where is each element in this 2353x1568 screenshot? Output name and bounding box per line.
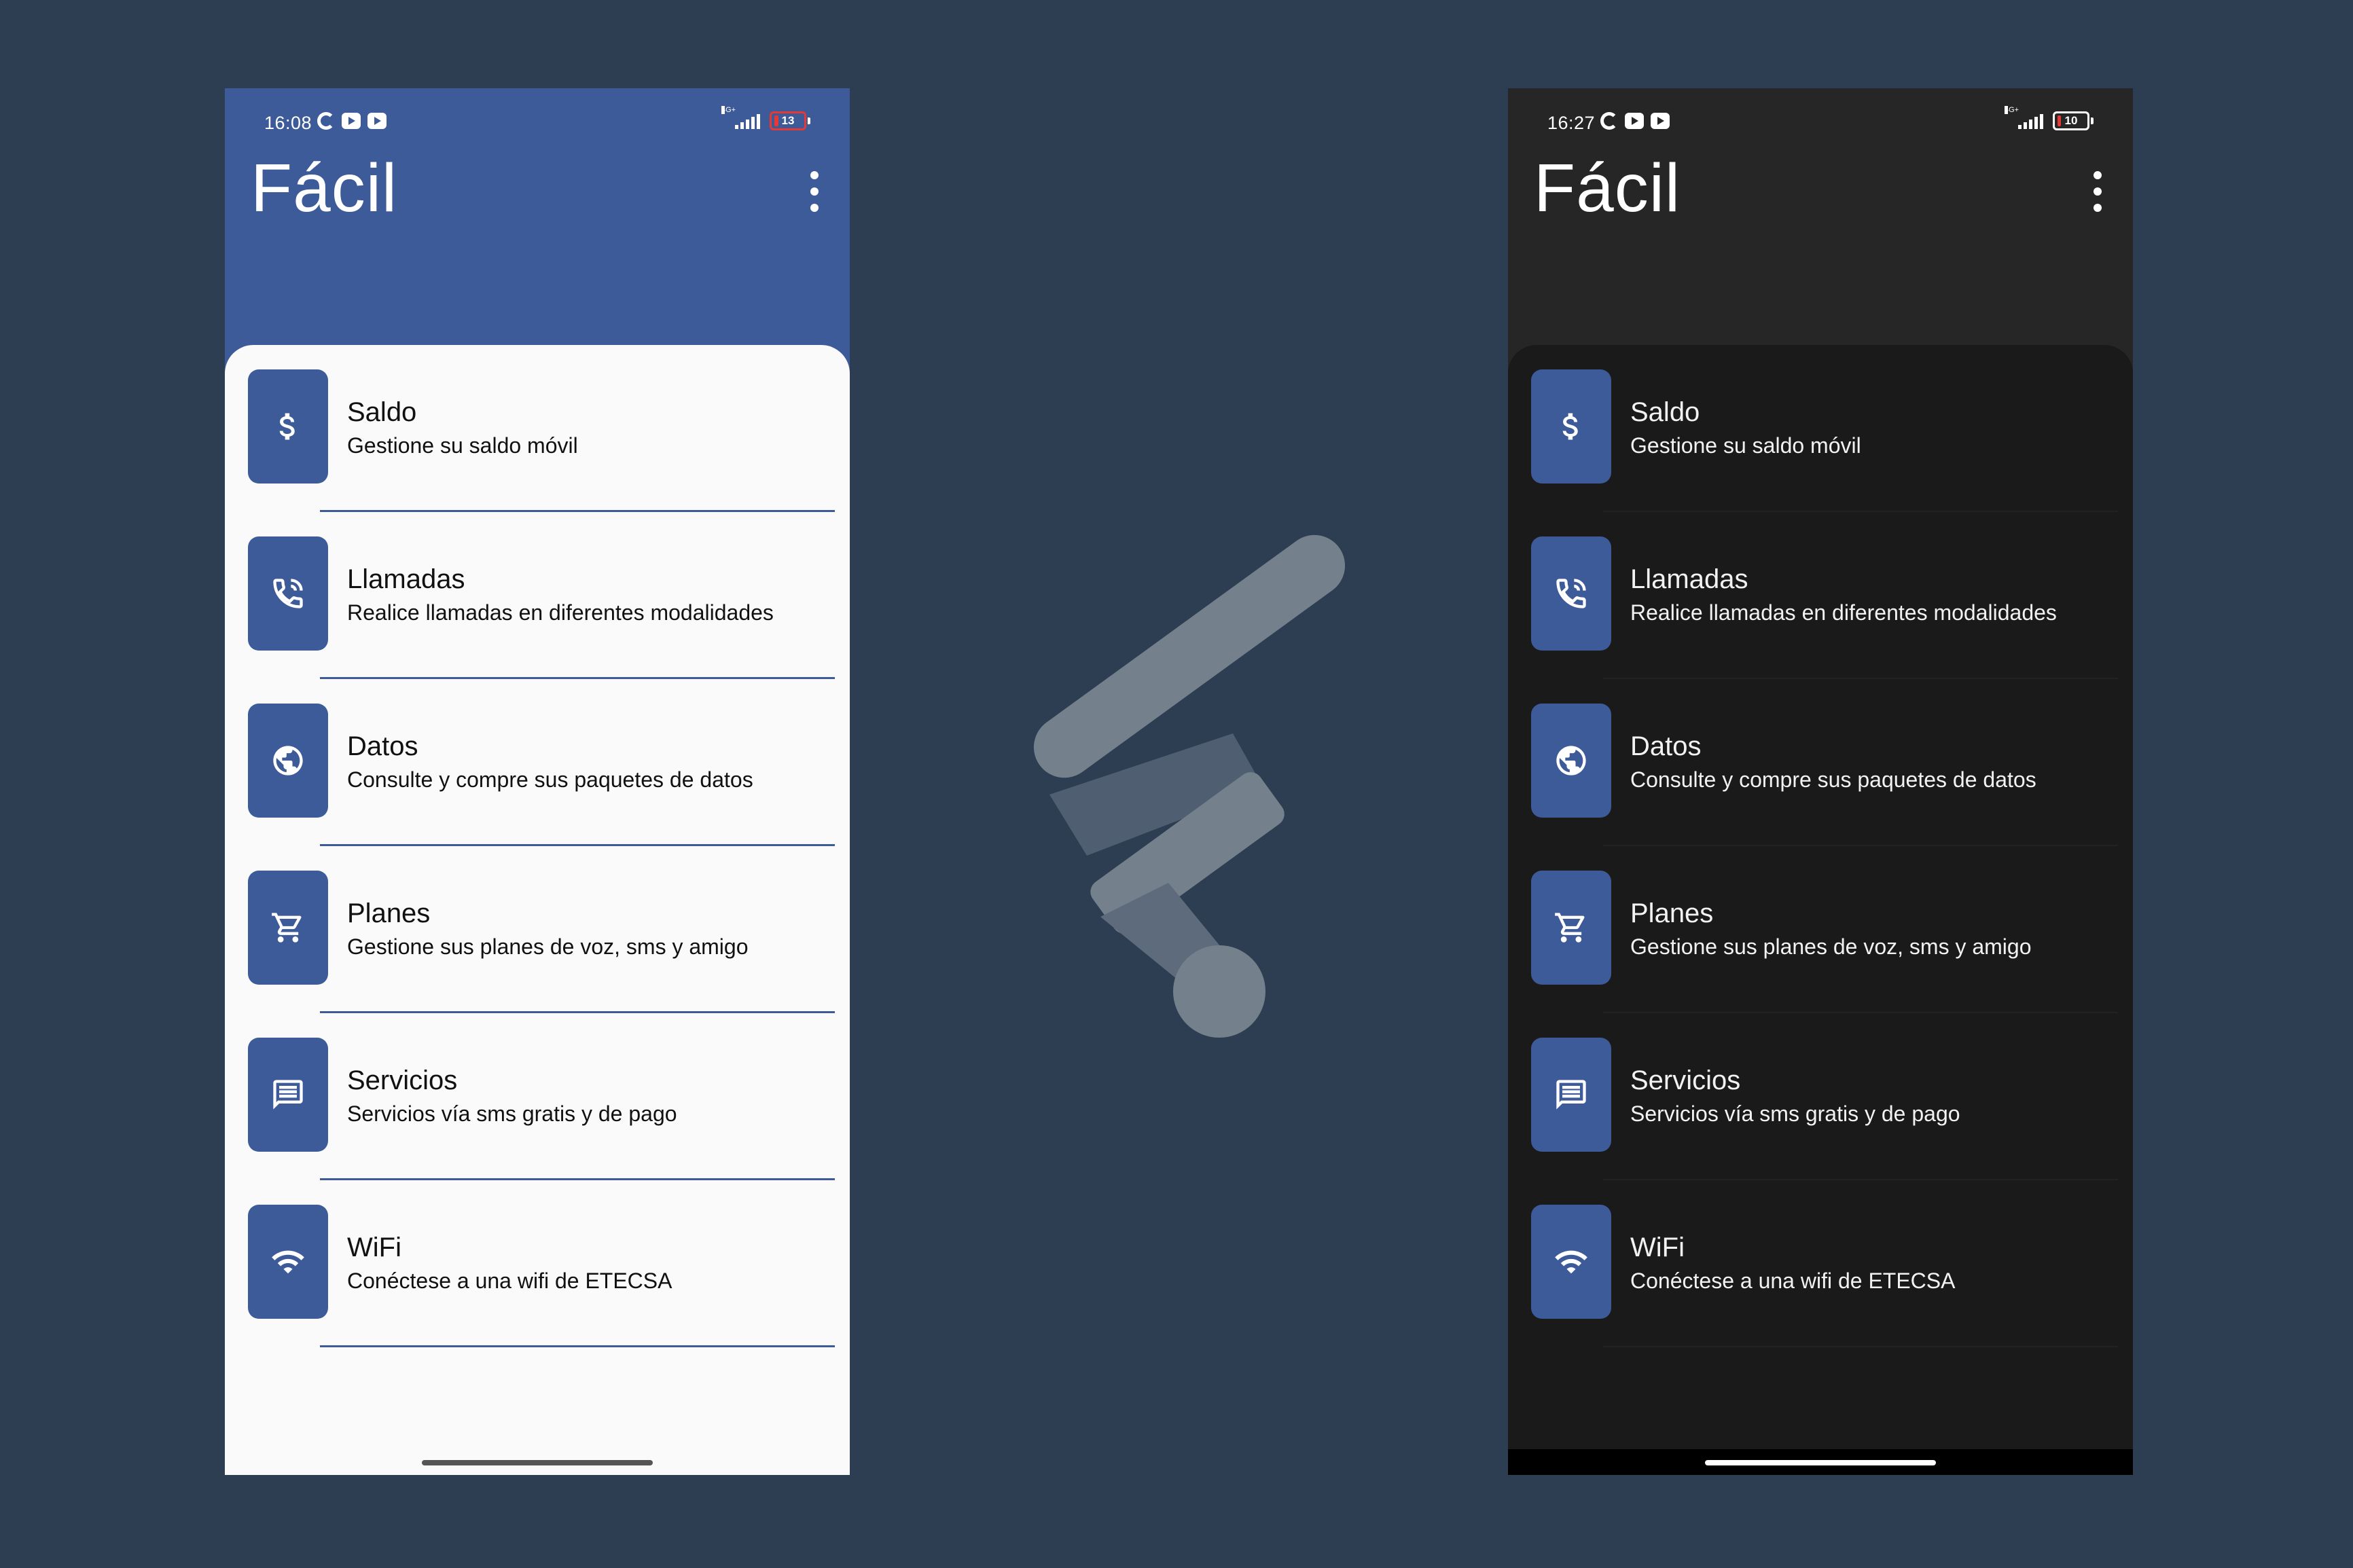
menu-item-subtitle: Gestione su saldo móvil (347, 433, 578, 458)
dollar-icon (248, 369, 328, 484)
network-type: 4G+ (2005, 106, 2019, 114)
sync-icon (1600, 112, 1618, 130)
battery-level: 10 (2064, 114, 2078, 127)
navigation-bar (1508, 1449, 2133, 1475)
menu-item-title: WiFi (347, 1233, 401, 1262)
menu-item-llamadas[interactable]: Llamadas Realice llamadas en diferentes m… (1508, 512, 2133, 679)
status-system-icons: 4G+ 13 (721, 106, 810, 130)
youtube-icon (1651, 113, 1670, 129)
menu-sheet: Saldo Gestione su saldo móvil Llamadas Real… (1508, 345, 2133, 1475)
menu-item-title: Llamadas (1630, 564, 1748, 594)
home-indicator[interactable] (1705, 1460, 1936, 1465)
menu-item-datos[interactable]: Datos Consulte y compre sus paquetes de d… (225, 679, 850, 846)
menu-item-title: Servicios (347, 1065, 458, 1095)
home-indicator[interactable] (422, 1460, 653, 1465)
menu-item-subtitle: Realice llamadas en diferentes modalidad… (347, 600, 774, 625)
battery-level: 13 (781, 114, 795, 127)
cart-icon (1531, 871, 1611, 985)
menu-item-title: Servicios (1630, 1065, 1741, 1095)
message-icon (1531, 1038, 1611, 1152)
signal-icon: 4G+ (721, 106, 760, 129)
menu-item-saldo[interactable]: Saldo Gestione su saldo móvil (1508, 345, 2133, 512)
status-notification-icons (1600, 112, 1670, 130)
menu-item-servicios[interactable]: Servicios Servicios vía sms gratis y de p… (225, 1013, 850, 1180)
status-time: 16:27 (1547, 113, 1596, 133)
menu-item-title: Planes (347, 898, 431, 928)
menu-item-planes[interactable]: Planes Gestione sus planes de voz, sms y … (225, 846, 850, 1013)
menu-item-title: WiFi (1630, 1233, 1685, 1262)
menu-item-title: Llamadas (347, 564, 465, 594)
phone-call-icon (1531, 536, 1611, 651)
wifi-icon (1531, 1205, 1611, 1319)
cart-icon (248, 871, 328, 985)
menu-item-title: Planes (1630, 898, 1714, 928)
message-icon (248, 1038, 328, 1152)
network-type: 4G+ (721, 106, 736, 114)
wifi-icon (248, 1205, 328, 1319)
menu-item-title: Datos (1630, 731, 1702, 761)
status-bar: 16:08 4G+ 13 (225, 88, 850, 159)
menu-item-wifi[interactable]: WiFi Conéctese a una wifi de ETECSA (1508, 1180, 2133, 1347)
app-title: Fácil (1534, 150, 1681, 226)
menu-item-subtitle: Realice llamadas en diferentes modalidad… (1630, 600, 2057, 625)
status-notification-icons (317, 112, 387, 130)
status-time: 16:08 (264, 113, 312, 133)
globe-icon (248, 704, 328, 818)
menu-item-saldo[interactable]: Saldo Gestione su saldo móvil (225, 345, 850, 512)
youtube-icon (1625, 113, 1644, 129)
signal-icon: 4G+ (2005, 106, 2043, 129)
menu-item-datos[interactable]: Datos Consulte y compre sus paquetes de d… (1508, 679, 2133, 846)
dollar-icon (1531, 369, 1611, 484)
phone-dark: 16:27 4G+ 10 Fácil Saldo Gestione su sald… (1508, 88, 2133, 1475)
menu-sheet: Saldo Gestione su saldo móvil Llamadas Real… (225, 345, 850, 1475)
menu-item-subtitle: Gestione sus planes de voz, sms y amigo (347, 934, 749, 959)
globe-icon (1531, 704, 1611, 818)
facil-logo-icon (1033, 534, 1346, 1038)
status-system-icons: 4G+ 10 (2005, 106, 2094, 130)
youtube-icon (367, 113, 387, 129)
status-bar: 16:27 4G+ 10 (1508, 88, 2133, 159)
menu-item-subtitle: Conéctese a una wifi de ETECSA (1630, 1269, 1956, 1293)
menu-item-subtitle: Servicios vía sms gratis y de pago (347, 1101, 677, 1126)
battery-icon: 13 (770, 111, 810, 130)
youtube-icon (342, 113, 361, 129)
menu-item-servicios[interactable]: Servicios Servicios vía sms gratis y de p… (1508, 1013, 2133, 1180)
menu-item-subtitle: Consulte y compre sus paquetes de datos (347, 767, 753, 792)
menu-item-title: Saldo (1630, 397, 1700, 427)
menu-item-title: Datos (347, 731, 418, 761)
menu-item-title: Saldo (347, 397, 417, 427)
menu-item-subtitle: Consulte y compre sus paquetes de datos (1630, 767, 2036, 792)
app-title: Fácil (251, 150, 398, 226)
phone-light: 16:08 4G+ 13 Fácil Saldo Gestione su sald… (225, 88, 850, 1475)
phone-call-icon (248, 536, 328, 651)
menu-item-wifi[interactable]: WiFi Conéctese a una wifi de ETECSA (225, 1180, 850, 1347)
menu-item-subtitle: Conéctese a una wifi de ETECSA (347, 1269, 672, 1293)
sync-icon (317, 112, 335, 130)
menu-item-subtitle: Gestione su saldo móvil (1630, 433, 1861, 458)
divider (1603, 1346, 2118, 1347)
menu-item-llamadas[interactable]: Llamadas Realice llamadas en diferentes m… (225, 512, 850, 679)
navigation-bar (225, 1449, 850, 1475)
battery-icon: 10 (2053, 111, 2094, 130)
overflow-menu-icon[interactable] (2089, 171, 2106, 212)
menu-item-planes[interactable]: Planes Gestione sus planes de voz, sms y … (1508, 846, 2133, 1013)
menu-item-subtitle: Servicios vía sms gratis y de pago (1630, 1101, 1960, 1126)
divider (320, 1345, 835, 1347)
overflow-menu-icon[interactable] (806, 171, 823, 212)
menu-item-subtitle: Gestione sus planes de voz, sms y amigo (1630, 934, 2032, 959)
